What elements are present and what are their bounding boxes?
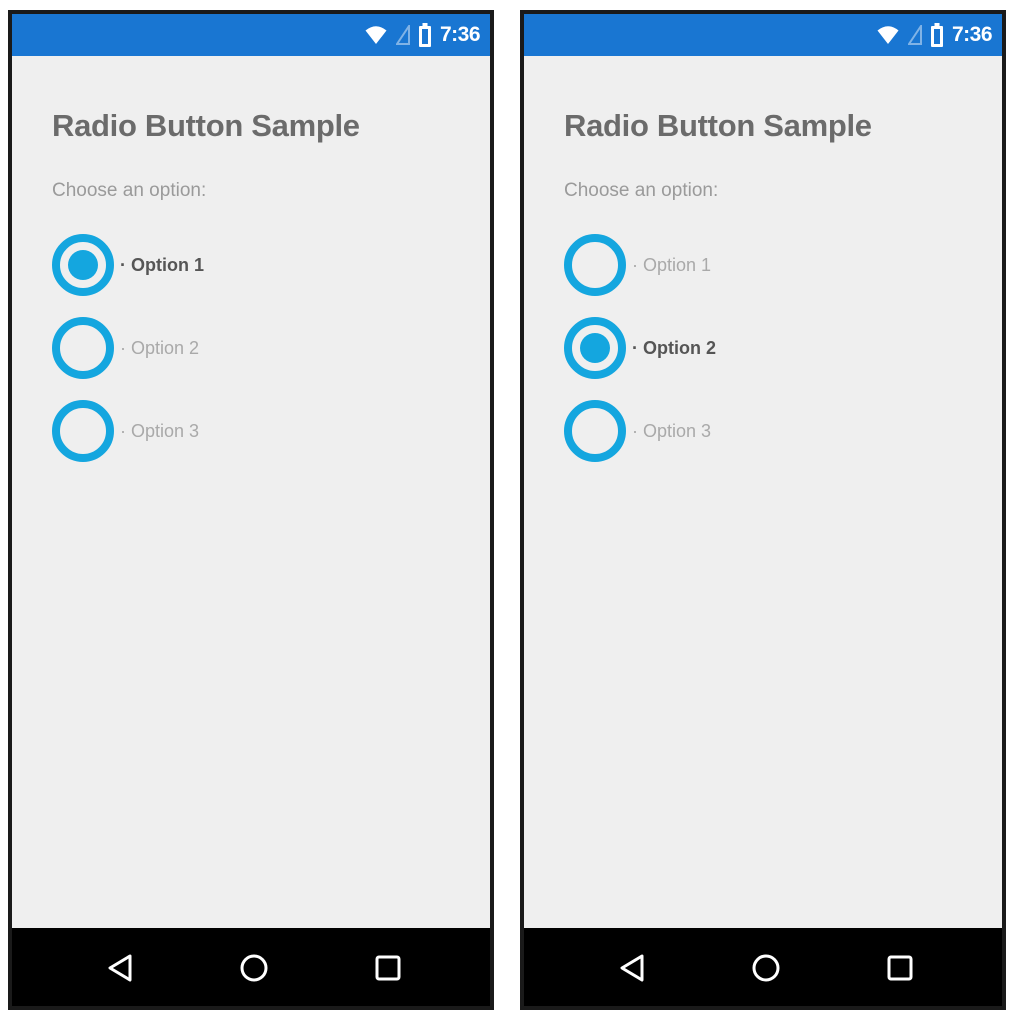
signal-icon xyxy=(395,25,410,45)
signal-icon xyxy=(907,25,922,45)
radio-option-2[interactable]: · Option 2 xyxy=(564,317,864,379)
page-title: Radio Button Sample xyxy=(564,108,872,143)
radio-button-unchecked[interactable] xyxy=(564,234,626,296)
phone-screen-right: 7:36 Radio Button Sample Choose an optio… xyxy=(520,10,1006,1010)
app-content: Radio Button Sample Choose an option: · … xyxy=(524,56,1002,928)
radio-button-unchecked[interactable] xyxy=(52,317,114,379)
page-title: Radio Button Sample xyxy=(52,108,360,143)
prompt-text: Choose an option: xyxy=(564,180,719,201)
recents-icon xyxy=(887,955,913,981)
radio-label: · Option 3 xyxy=(120,420,200,441)
radio-option-1[interactable]: · Option 1 xyxy=(564,234,864,296)
status-bar: 7:36 xyxy=(12,14,490,56)
radio-group: · Option 1 · Option 2 · Option 3 xyxy=(52,234,352,483)
status-bar: 7:36 xyxy=(524,14,1002,56)
radio-button-checked[interactable] xyxy=(52,234,114,296)
prompt-text: Choose an option: xyxy=(52,180,207,201)
home-button[interactable] xyxy=(746,948,786,988)
wifi-icon xyxy=(877,26,899,44)
radio-option-3[interactable]: · Option 3 xyxy=(564,400,864,462)
radio-option-2[interactable]: · Option 2 xyxy=(52,317,352,379)
back-icon xyxy=(108,954,132,982)
radio-label: · Option 2 xyxy=(632,337,716,358)
back-button[interactable] xyxy=(100,948,140,988)
radio-button-unchecked[interactable] xyxy=(564,400,626,462)
navigation-bar xyxy=(12,928,490,1006)
home-button[interactable] xyxy=(234,948,274,988)
radio-option-3[interactable]: · Option 3 xyxy=(52,400,352,462)
radio-label: · Option 1 xyxy=(632,254,712,275)
navigation-bar xyxy=(524,928,1002,1006)
app-content: Radio Button Sample Choose an option: · … xyxy=(12,56,490,928)
status-time: 7:36 xyxy=(439,23,481,46)
home-icon xyxy=(240,954,268,982)
radio-button-checked[interactable] xyxy=(564,317,626,379)
back-button[interactable] xyxy=(612,948,652,988)
radio-group: · Option 1 · Option 2 · Option 3 xyxy=(564,234,864,483)
battery-icon xyxy=(930,23,943,47)
back-icon xyxy=(620,954,644,982)
radio-label: · Option 1 xyxy=(120,254,204,275)
battery-icon xyxy=(418,23,431,47)
recents-button[interactable] xyxy=(368,948,408,988)
radio-label: · Option 2 xyxy=(120,337,200,358)
status-time: 7:36 xyxy=(951,23,993,46)
phone-screen-left: 7:36 Radio Button Sample Choose an optio… xyxy=(8,10,494,1010)
radio-button-unchecked[interactable] xyxy=(52,400,114,462)
home-icon xyxy=(752,954,780,982)
recents-button[interactable] xyxy=(880,948,920,988)
radio-option-1[interactable]: · Option 1 xyxy=(52,234,352,296)
wifi-icon xyxy=(365,26,387,44)
radio-dot xyxy=(68,250,98,280)
radio-label: · Option 3 xyxy=(632,420,712,441)
recents-icon xyxy=(375,955,401,981)
radio-dot xyxy=(580,333,610,363)
